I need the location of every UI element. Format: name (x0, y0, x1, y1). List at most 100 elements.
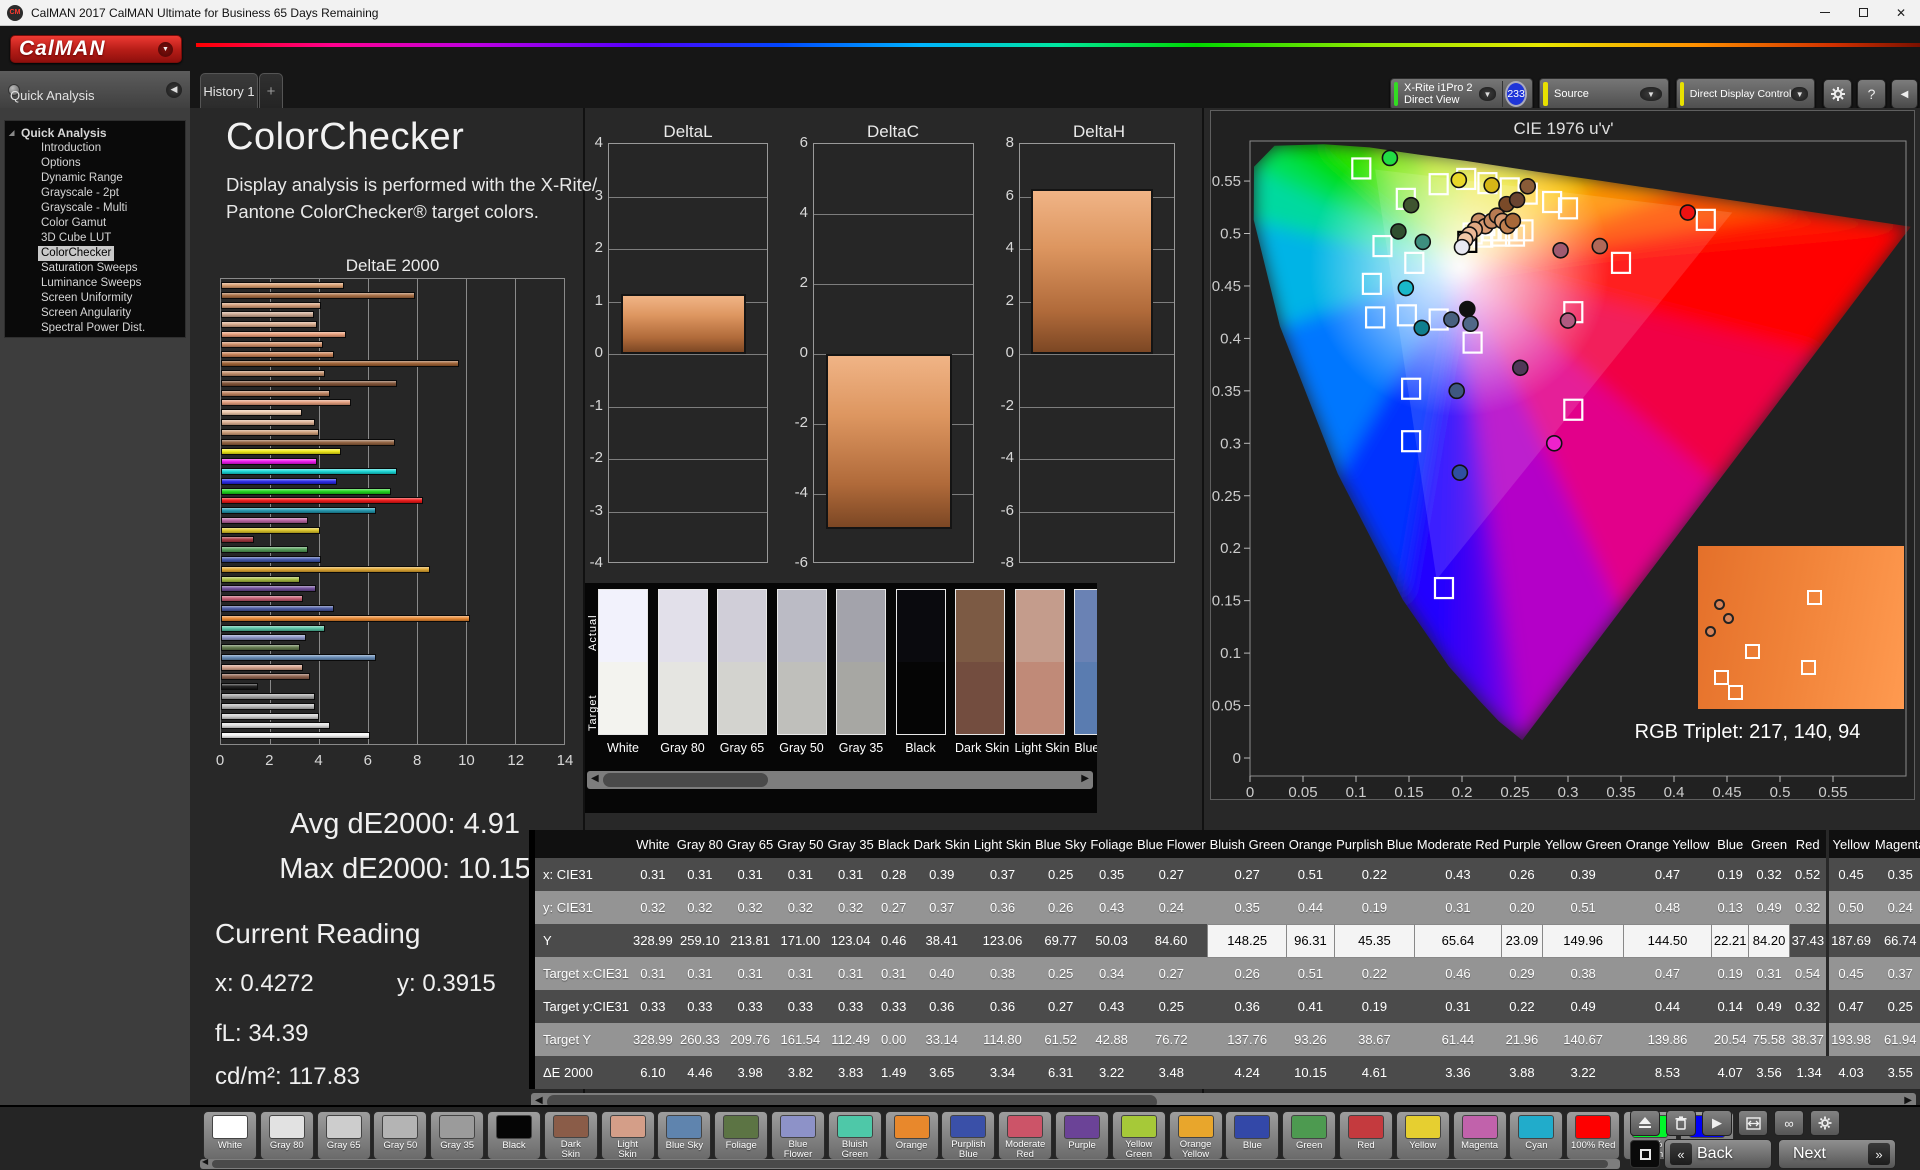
table-cell[interactable]: 3.22 (1088, 1056, 1135, 1089)
table-cell[interactable]: 0.25 (1033, 957, 1089, 990)
minimize-button[interactable] (1806, 0, 1844, 26)
chevron-down-icon[interactable]: ▼ (1640, 87, 1662, 101)
tree-root-quick-analysis[interactable]: Quick Analysis (5, 126, 185, 141)
table-cell[interactable]: 0.49 (1748, 891, 1790, 924)
table-cell[interactable]: 0.32 (1789, 990, 1830, 1023)
table-cell[interactable]: 1.49 (875, 1056, 912, 1089)
table-cell[interactable]: 0.31 (674, 957, 726, 990)
table-cell[interactable]: 0.44 (1623, 990, 1712, 1023)
table-cell[interactable]: 0.33 (631, 990, 675, 1023)
table-cell[interactable]: 1.34 (1789, 1056, 1830, 1089)
scroll-left-icon[interactable]: ◀ (202, 1157, 208, 1166)
table-cell[interactable]: 50.03 (1088, 924, 1135, 957)
table-cell[interactable]: 38.37 (1789, 1023, 1830, 1056)
patch-button-bluish-green[interactable]: Bluish Green (827, 1111, 882, 1160)
patch-button-white[interactable]: White (203, 1111, 257, 1160)
table-cell[interactable]: 3.34 (971, 1056, 1034, 1089)
table-cell[interactable]: 0.33 (674, 990, 726, 1023)
table-cell[interactable]: 0.34 (1088, 957, 1135, 990)
continuous-mode-button[interactable]: ∞ (1774, 1110, 1804, 1136)
pattern-options-button[interactable] (1810, 1110, 1840, 1136)
table-cell[interactable]: 0.33 (825, 990, 876, 1023)
patch-button-100-red[interactable]: 100% Red (1566, 1111, 1621, 1160)
table-cell[interactable]: 0.22 (1334, 858, 1415, 891)
collapse-panel-button[interactable]: ◀ (1891, 79, 1918, 109)
swatch-white[interactable]: White (598, 589, 648, 755)
table-cell[interactable]: 0.31 (725, 858, 776, 891)
table-cell[interactable]: 0.51 (1286, 957, 1335, 990)
table-cell[interactable]: 4.03 (1829, 1056, 1873, 1089)
patch-button-blue[interactable]: Blue (1225, 1111, 1280, 1160)
table-cell[interactable]: 0.54 (1789, 957, 1830, 990)
column-header-blue-sky[interactable]: Blue Sky (1033, 830, 1089, 858)
table-cell[interactable]: 144.50 (1623, 923, 1712, 958)
sidebar-collapse-button[interactable]: ◀ (166, 81, 182, 98)
table-cell[interactable]: 0.51 (1542, 891, 1624, 924)
table-cell[interactable]: 0.28 (875, 858, 912, 891)
table-cell[interactable]: 114.80 (971, 1023, 1034, 1056)
table-cell[interactable]: 0.48 (1623, 891, 1712, 924)
table-cell[interactable]: 0.36 (911, 990, 972, 1023)
tree-item-grayscale-2pt[interactable]: Grayscale - 2pt (5, 186, 185, 201)
table-cell[interactable]: 187.69 (1829, 924, 1873, 957)
table-cell[interactable]: 61.44 (1414, 1023, 1502, 1056)
table-cell[interactable]: 0.36 (971, 990, 1034, 1023)
table-cell[interactable]: 20.54 (1711, 1023, 1749, 1056)
table-cell[interactable]: 0.26 (1501, 858, 1543, 891)
table-cell[interactable]: 0.31 (875, 957, 912, 990)
table-cell[interactable]: 0.35 (1088, 858, 1135, 891)
table-cell[interactable]: 0.31 (825, 957, 876, 990)
table-cell[interactable]: 0.22 (1501, 990, 1543, 1023)
table-cell[interactable]: 0.19 (1711, 858, 1749, 891)
patch-button-foliage[interactable]: Foliage (714, 1111, 769, 1160)
table-cell[interactable]: 33.14 (911, 1023, 972, 1056)
tree-item-luminance-sweeps[interactable]: Luminance Sweeps (5, 276, 185, 291)
column-header-blue[interactable]: Blue (1711, 830, 1749, 858)
table-cell[interactable]: 0.26 (1033, 891, 1089, 924)
table-cell[interactable]: 4.46 (674, 1056, 726, 1089)
table-cell[interactable]: 0.43 (1414, 858, 1502, 891)
table-cell[interactable]: 66.74 (1872, 924, 1920, 957)
patch-button-gray-50[interactable]: Gray 50 (373, 1111, 428, 1160)
table-cell[interactable]: 93.26 (1286, 1023, 1335, 1056)
table-cell[interactable]: 213.81 (725, 924, 776, 957)
chevron-down-icon[interactable]: ▼ (1791, 87, 1808, 101)
meter-dropdown[interactable]: X-Rite i1Pro 2 Direct View ▼ 233 (1390, 78, 1533, 110)
table-cell[interactable]: 0.46 (875, 924, 912, 957)
table-cell[interactable]: 3.88 (1501, 1056, 1543, 1089)
table-cell[interactable]: 0.43 (1088, 891, 1135, 924)
table-cell[interactable]: 140.67 (1542, 1023, 1624, 1056)
table-cell[interactable]: 4.07 (1711, 1056, 1749, 1089)
scroll-left-icon[interactable]: ◀ (591, 773, 599, 784)
table-cell[interactable]: 123.04 (825, 924, 876, 957)
tree-item-dynamic-range[interactable]: Dynamic Range (5, 171, 185, 186)
table-cell[interactable]: 21.96 (1501, 1023, 1543, 1056)
table-cell[interactable]: 4.24 (1207, 1056, 1287, 1089)
table-cell[interactable]: 10.15 (1286, 1056, 1335, 1089)
table-cell[interactable]: 161.54 (775, 1023, 826, 1056)
tree-item-colorchecker[interactable]: ColorChecker (5, 246, 185, 261)
table-cell[interactable]: 3.65 (911, 1056, 972, 1089)
table-cell[interactable]: 96.31 (1286, 923, 1335, 958)
table-cell[interactable]: 0.25 (1872, 990, 1920, 1023)
table-cell[interactable]: 37.43 (1789, 924, 1830, 957)
patch-button-yellow[interactable]: Yellow (1395, 1111, 1450, 1160)
back-button[interactable]: « Back (1664, 1139, 1772, 1169)
table-cell[interactable]: 0.31 (674, 858, 726, 891)
tree-item-options[interactable]: Options (5, 156, 185, 171)
table-cell[interactable]: 0.45 (1829, 858, 1873, 891)
table-cell[interactable]: 84.60 (1134, 924, 1208, 957)
table-cell[interactable]: 38.41 (911, 924, 972, 957)
tree-item-3d-cube-lut[interactable]: 3D Cube LUT (5, 231, 185, 246)
table-cell[interactable]: 0.33 (875, 990, 912, 1023)
column-header-blue-flower[interactable]: Blue Flower (1134, 830, 1208, 858)
swatch-gray-35[interactable]: Gray 35 (836, 589, 886, 755)
table-cell[interactable]: 112.49 (825, 1023, 876, 1056)
table-cell[interactable]: 0.33 (725, 990, 776, 1023)
table-cell[interactable]: 42.88 (1088, 1023, 1135, 1056)
column-header-gray-50[interactable]: Gray 50 (775, 830, 826, 858)
table-cell[interactable]: 149.96 (1542, 923, 1625, 958)
tree-item-introduction[interactable]: Introduction (5, 141, 185, 156)
column-header-purple[interactable]: Purple (1501, 830, 1543, 858)
table-cell[interactable]: 260.33 (674, 1023, 726, 1056)
